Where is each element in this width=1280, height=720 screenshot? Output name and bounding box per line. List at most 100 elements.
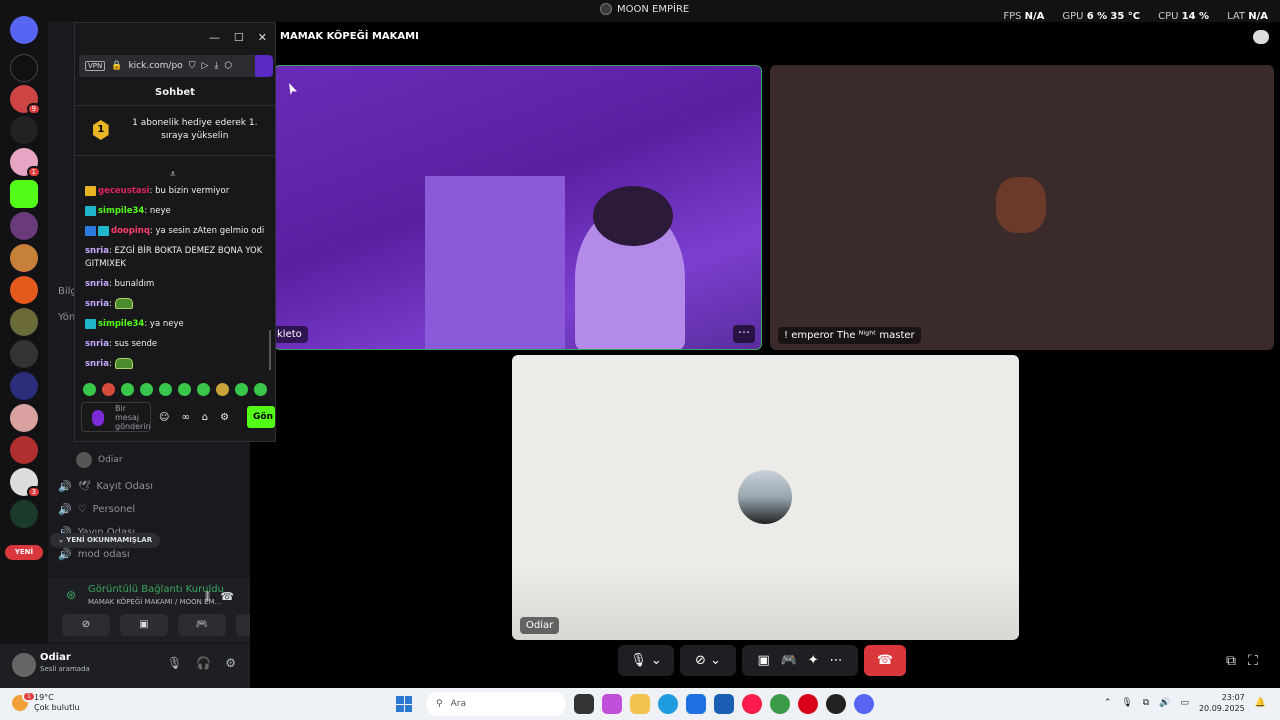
channel-mod-odasi[interactable]: 🔊 mod odası [58, 548, 130, 561]
chevron-down-icon[interactable]: ⌄ [651, 653, 662, 668]
gear-icon[interactable]: ⚙ [225, 656, 236, 670]
store-icon[interactable]: ⌂ [202, 412, 208, 423]
camera-toggle[interactable]: ⊘ ⌄ [680, 645, 736, 676]
file-explorer-icon[interactable] [630, 694, 650, 714]
server-icon-purple[interactable] [10, 212, 38, 240]
server-icon-red[interactable]: 9 [10, 85, 41, 115]
more-options-icon[interactable]: ⋯ [733, 325, 755, 343]
maximize-icon[interactable]: ☐ [234, 31, 244, 44]
emote-icon[interactable] [159, 383, 172, 396]
emote-icon[interactable] [140, 383, 153, 396]
server-icon-olive[interactable] [10, 308, 38, 336]
volume-icon[interactable]: 🔊 [1159, 698, 1170, 708]
microphone-icon[interactable] [92, 410, 104, 426]
new-servers-pill[interactable]: YENİ [5, 545, 43, 560]
vpn-badge[interactable]: VPN [85, 61, 106, 71]
activity-button[interactable]: 🎮 [178, 614, 226, 636]
chat-message-input[interactable]: Bir mesaj gönderin [81, 402, 151, 432]
new-unreads-pill[interactable]: ⌄ YENİ OKUNMAMIŞLAR [50, 533, 161, 548]
emote-icon[interactable] [178, 383, 191, 396]
emote-icon[interactable] [102, 383, 115, 396]
emoji-icon[interactable]: ☺ [159, 412, 169, 423]
network-icon[interactable]: ⧉ [1143, 698, 1149, 708]
server-icon-tiger[interactable] [10, 244, 38, 272]
opera-gx-icon[interactable] [742, 694, 762, 714]
close-icon[interactable]: ✕ [258, 31, 267, 44]
weather-widget[interactable]: 1 19°C Çok bulutlu [12, 691, 80, 713]
pinned-arrow-icon[interactable]: ⩡ [170, 169, 176, 180]
start-icon[interactable] [396, 696, 412, 712]
popout-icon[interactable]: ⧉ [1226, 653, 1236, 669]
minimize-icon[interactable]: — [209, 31, 220, 44]
microphone-toggle[interactable]: 🎙 ⌄ [618, 645, 674, 676]
chat-scrollbar[interactable] [269, 330, 271, 370]
screen-share-icon[interactable]: ▣ [757, 653, 769, 668]
chat-username[interactable]: simpile34 [98, 206, 144, 216]
video-tile-odiar[interactable]: Odiar [512, 355, 1019, 640]
microphone-icon[interactable]: 🎙 [167, 656, 182, 670]
chevron-up-icon[interactable]: ⌃ [1104, 698, 1112, 708]
emote-icon[interactable] [254, 383, 267, 396]
voice-member[interactable]: Odiar [76, 452, 123, 468]
emote-icon[interactable] [121, 383, 134, 396]
camera-off-button[interactable]: ⊘ [62, 614, 110, 636]
end-call-button[interactable]: ☎ [864, 645, 906, 676]
app-icon[interactable] [826, 694, 846, 714]
edge-icon[interactable] [658, 694, 678, 714]
server-icon-tnm[interactable] [10, 500, 38, 528]
gift-leaderboard-banner[interactable]: 1 1 abonelik hediye ederek 1. sıraya yük… [93, 117, 271, 143]
server-icon-crimson[interactable] [10, 436, 38, 464]
chrome-icon[interactable] [770, 694, 790, 714]
shield-icon[interactable]: ⛉ [189, 61, 196, 71]
discord-home-icon[interactable] [10, 16, 38, 44]
chat-username[interactable]: simpile34 [98, 319, 144, 329]
server-icon-kick[interactable] [10, 180, 38, 208]
server-icon-orange[interactable] [10, 276, 38, 304]
server-icon-blue[interactable] [10, 372, 38, 400]
store-icon[interactable] [686, 694, 706, 714]
gear-icon[interactable]: ⚙ [220, 412, 229, 423]
server-icon-star[interactable]: 3 [10, 468, 41, 498]
chat-username[interactable]: snria [85, 279, 109, 289]
discord-icon[interactable] [854, 694, 874, 714]
disconnect-icon[interactable]: ☎ [220, 590, 234, 603]
chat-username[interactable]: doopinq [111, 226, 150, 236]
copilot-icon[interactable] [602, 694, 622, 714]
send-button[interactable]: Gön [247, 406, 275, 428]
emote-icon[interactable] [235, 383, 248, 396]
server-icon-king[interactable] [10, 54, 38, 82]
headphones-icon[interactable]: 🎧 [196, 656, 211, 670]
voice-location[interactable]: MAMAK KÖPEĞİ MAKAMI / MOON EM... [88, 598, 221, 606]
server-icon-gray[interactable] [10, 340, 38, 368]
soundboard-icon[interactable]: ✦ [808, 653, 819, 668]
clock[interactable]: 23:07 20.09.2025 [1199, 692, 1245, 714]
notification-icon[interactable]: 🔔 [1255, 698, 1266, 708]
more-icon[interactable]: ⋯ [830, 653, 843, 668]
search-box[interactable]: ⚲ Ara [426, 692, 566, 716]
battery-icon[interactable]: ▭ [1180, 698, 1189, 708]
channel-personel[interactable]: 🔊 ♡ Personel [58, 503, 135, 516]
video-tile-kleto[interactable]: kleto ⋯ [274, 65, 762, 350]
channel-kayit-odasi[interactable]: 🔊 🕊 Kayıt Odası [58, 480, 153, 493]
emote-icon[interactable] [197, 383, 210, 396]
chat-username[interactable]: snria [85, 299, 109, 309]
chat-username[interactable]: snria [85, 359, 109, 369]
opera-icon[interactable] [798, 694, 818, 714]
url-text[interactable]: kick.com/po [128, 61, 182, 71]
noise-suppression-icon[interactable]: ⫼ [205, 590, 210, 604]
server-icon-pink[interactable]: 1 [10, 148, 41, 178]
microphone-icon[interactable]: 🎙 [1121, 698, 1132, 708]
task-view-icon[interactable] [574, 694, 594, 714]
avatar[interactable] [12, 653, 36, 677]
link-icon[interactable]: ∞ [181, 412, 189, 423]
screen-share-button[interactable]: ▣ [120, 614, 168, 636]
chat-username[interactable]: geceustasi [98, 186, 150, 196]
download-icon[interactable]: ⤓ [214, 61, 218, 71]
chat-icon[interactable] [1253, 30, 1269, 44]
chevron-down-icon[interactable]: ⌄ [710, 653, 721, 668]
emote-icon[interactable] [216, 383, 229, 396]
fullscreen-icon[interactable]: ⛶ [1248, 653, 1258, 669]
send-icon[interactable]: ▷ [201, 61, 208, 71]
server-icon-character[interactable] [10, 404, 38, 432]
username[interactable]: Odiar [40, 652, 71, 663]
